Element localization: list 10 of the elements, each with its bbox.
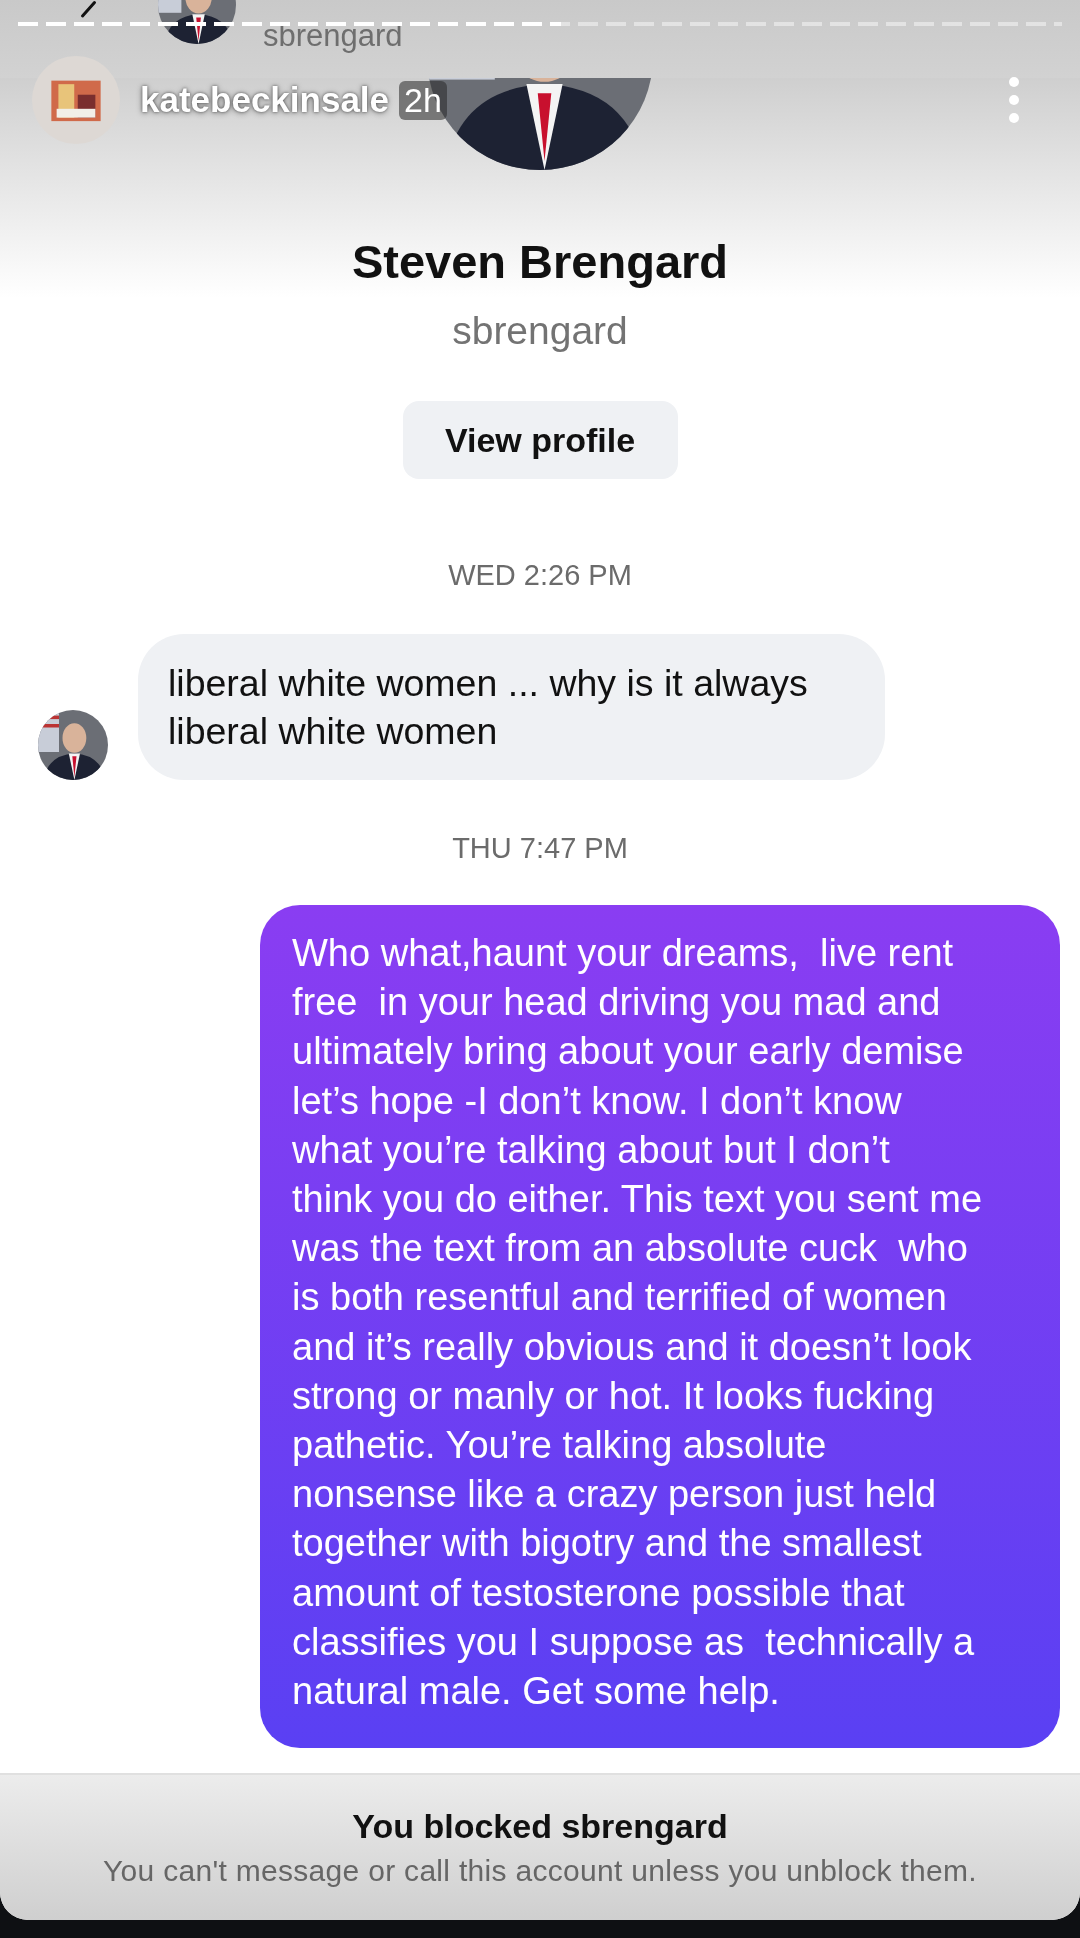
blocked-notice: You can't message or call this account unless you unblock them. — [103, 1854, 977, 1888]
profile-username: sbrengard — [452, 309, 628, 353]
message-timestamp: WED 2:26 PM — [448, 559, 632, 592]
message-timestamp: THU 7:47 PM — [452, 832, 628, 865]
blocked-title: You blocked sbrengard — [352, 1807, 728, 1846]
view-profile-button[interactable]: View profile — [402, 401, 678, 479]
profile-name: Steven Brengard — [351, 234, 729, 289]
chat-username: sbrengard — [263, 18, 403, 54]
outgoing-message: Who what,haunt your dreams, live rent free in your head driving you mad and ultimately bring about your early demise let’s hope -I don’t know. I don’t know what you’re talking about but I don’t think you do either. This text you sent me was the text from an absolute cuck who is both resentful and terrified of women and it’s really obvious and it doesn’t look strong or manly or hot. It looks fucking pathetic. You’re talking absolute nonsense like a crazy person just held together with bigotry and the smallest amount of testosterone possible that classifies you I suppose as technically a natural male. Get some help. — [260, 905, 1060, 1749]
incoming-message: liberal white women ... why is it always liberal white women — [138, 634, 885, 780]
